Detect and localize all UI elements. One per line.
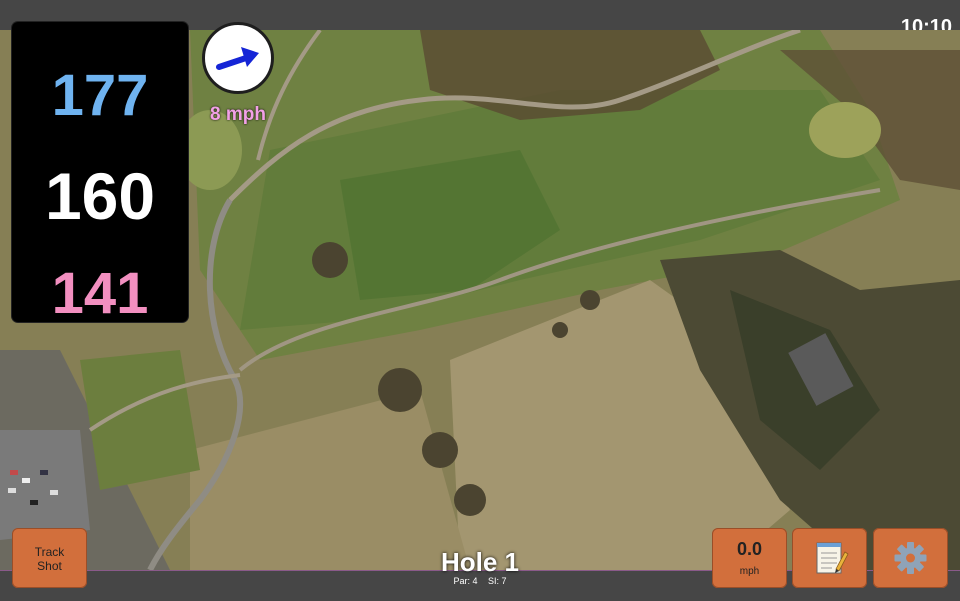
- notepad-icon: [816, 542, 849, 574]
- speed-button[interactable]: 0.0 mph: [712, 528, 787, 588]
- front-distance: 141: [51, 261, 149, 326]
- track-shot-button[interactable]: Track Shot: [12, 528, 87, 588]
- wind-direction-indicator: [202, 22, 274, 94]
- back-distance: 177: [51, 63, 149, 128]
- hole-par: Par: 4: [453, 576, 478, 586]
- hole-title: Hole 1: [440, 547, 520, 577]
- speed-unit: mph: [739, 566, 760, 577]
- wind-arrow-icon: [216, 47, 259, 70]
- gear-icon: [894, 542, 927, 574]
- hole-stroke-index: SI: 7: [488, 576, 507, 586]
- track-shot-label-line2: Shot: [37, 559, 62, 573]
- speed-value: 0.0: [736, 539, 763, 559]
- wind-speed: 8 mph: [210, 104, 266, 125]
- settings-button[interactable]: [873, 528, 948, 588]
- hole-info: Par: 4 SI: 7: [380, 576, 580, 586]
- middle-distance: 160: [44, 159, 156, 233]
- distance-panel: 177 160 141: [12, 22, 188, 326]
- track-shot-label-line1: Track: [34, 545, 65, 559]
- notes-button[interactable]: [792, 528, 867, 588]
